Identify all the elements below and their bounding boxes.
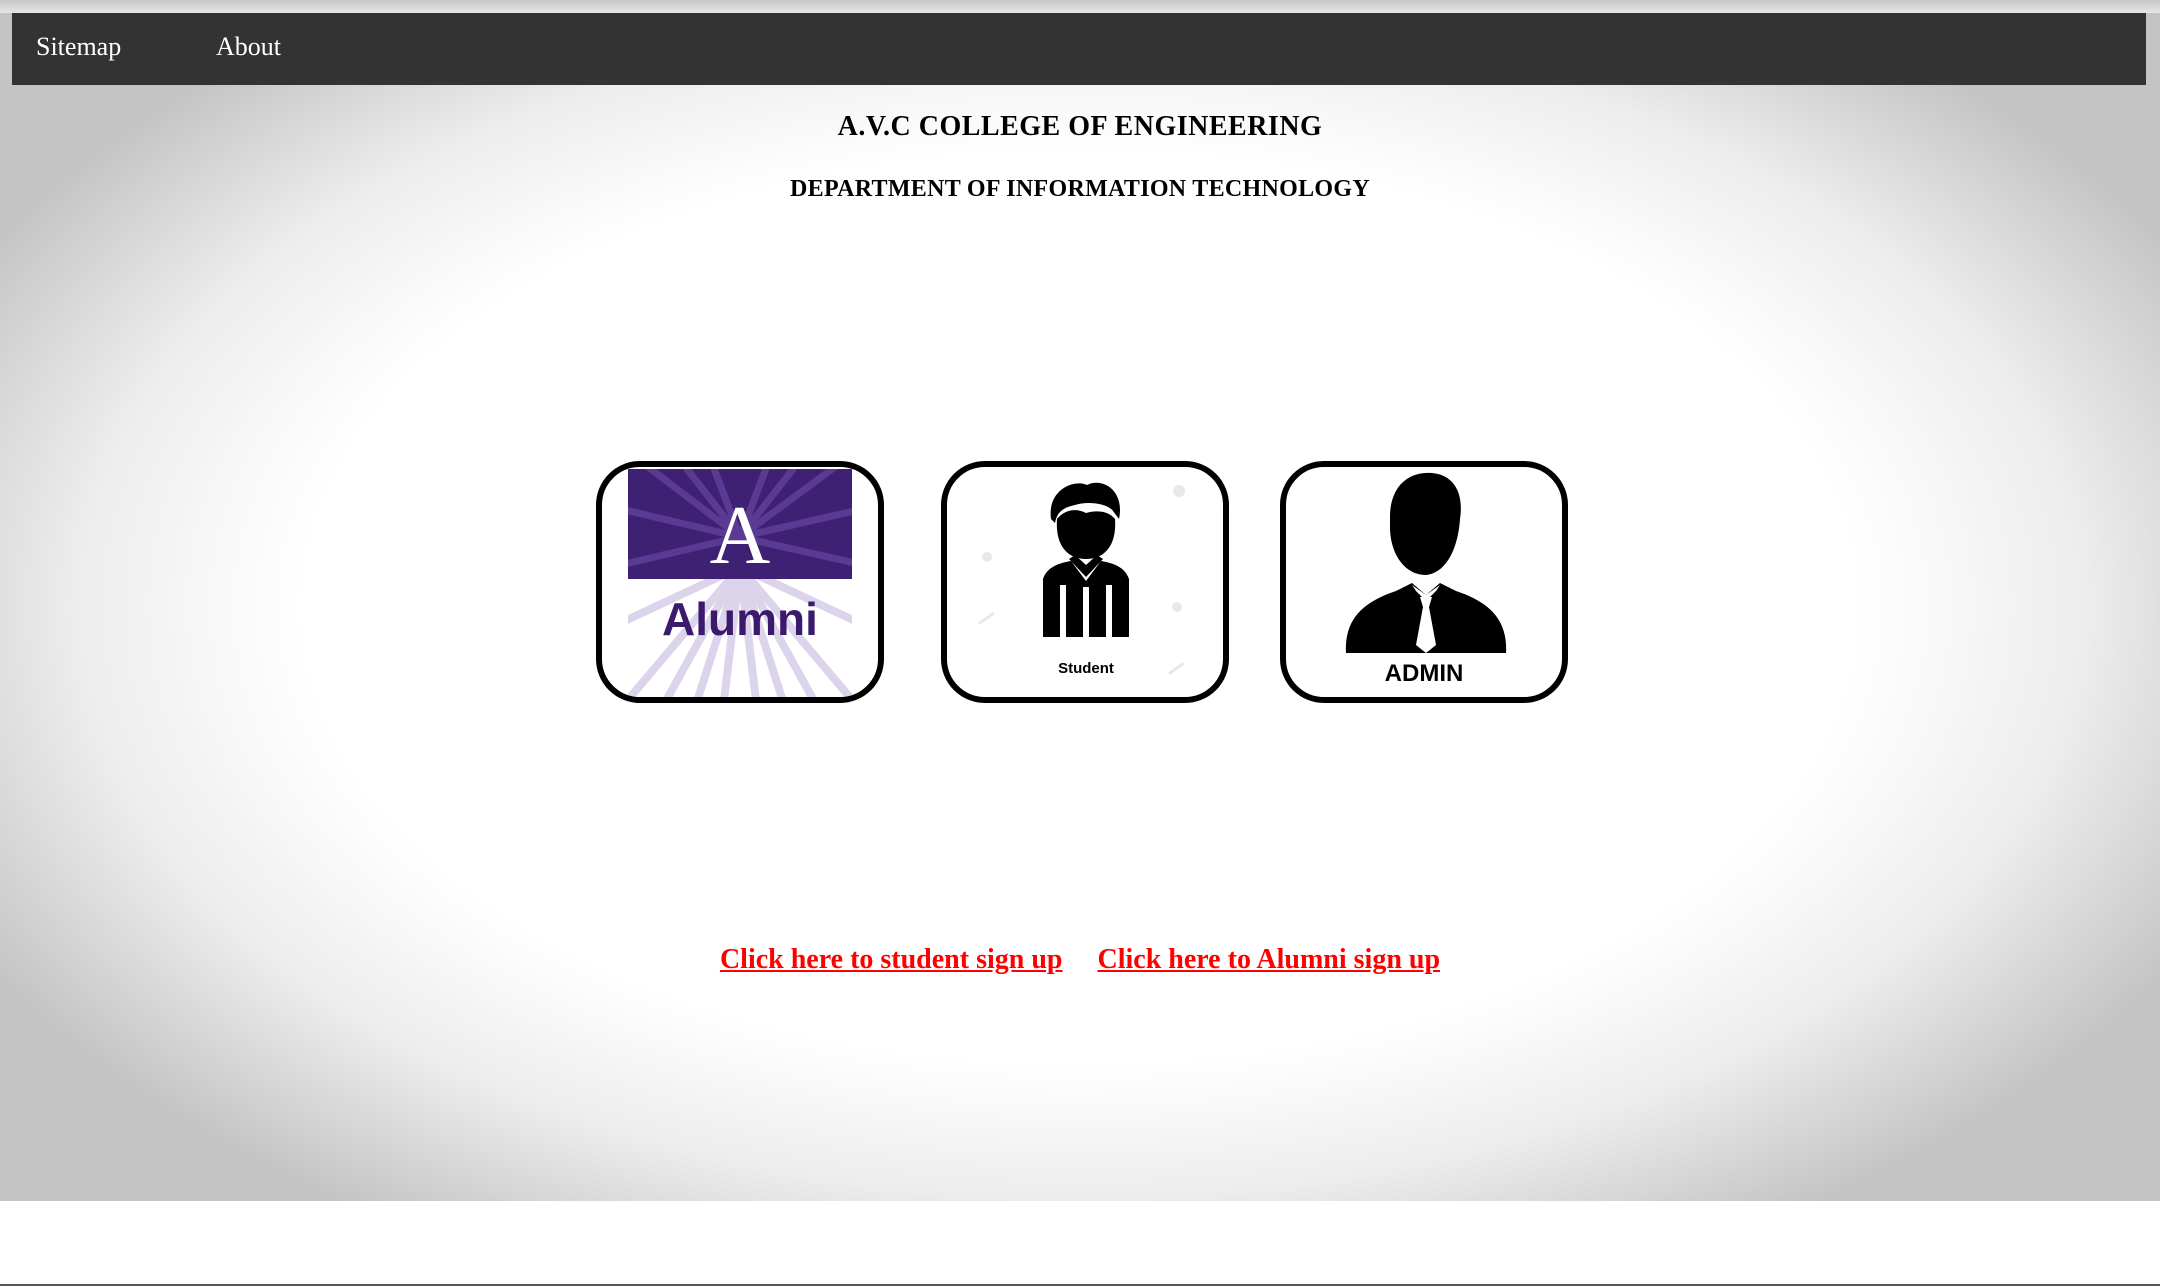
browser-top-strip [0,0,2160,13]
student-login-card[interactable]: Student [941,461,1229,703]
page-background: Sitemap About A.V.C COLLEGE OF ENGINEERI… [0,13,2160,1201]
admin-avatar-icon: ADMIN [1345,472,1507,687]
alumni-signup-link[interactable]: Click here to Alumni sign up [1097,944,1440,975]
department-title: DEPARTMENT OF INFORMATION TECHNOLOGY [790,176,1370,202]
admin-login-card[interactable]: ADMIN [1280,461,1568,703]
svg-text:Student: Student [1058,660,1114,677]
top-navbar: Sitemap About [12,13,2146,85]
student-signup-link[interactable]: Click here to student sign up [720,944,1063,975]
svg-text:A: A [710,489,771,582]
nav-sitemap-link[interactable]: Sitemap [36,32,121,62]
nav-about-link[interactable]: About [216,32,281,62]
student-avatar-icon: Student [978,482,1185,677]
svg-text:ADMIN: ADMIN [1385,660,1464,687]
college-title: A.V.C COLLEGE OF ENGINEERING [837,111,1323,142]
svg-text:Alumni: Alumni [662,593,818,645]
signup-links: Click here to student sign up Click here… [0,944,2160,976]
alumni-login-card[interactable]: A Alumni [596,461,884,703]
alumni-badge-icon: A Alumni [628,469,852,697]
